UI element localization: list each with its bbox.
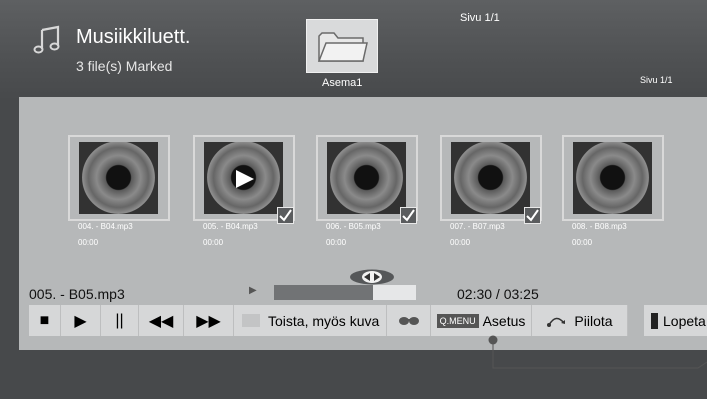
folder-icon	[317, 32, 368, 62]
page-indicator-top: Sivu 1/1	[460, 12, 500, 24]
file-name: 007. - B07.mp3	[450, 222, 505, 231]
pause-button[interactable]: ||	[101, 305, 139, 336]
music-disc-icon	[327, 142, 406, 214]
rewind-button[interactable]: ◀◀	[139, 305, 184, 336]
page-indicator: Sivu 1/1	[640, 75, 673, 85]
music-disc-icon	[573, 142, 652, 214]
progress-bar[interactable]	[274, 285, 416, 300]
file-thumbnail[interactable]	[193, 135, 295, 224]
screen: Musiikkiluett. 3 file(s) Marked Sivu 1/1…	[0, 0, 707, 399]
file-duration: 00:00	[572, 238, 593, 247]
file-name: 006. - B05.mp3	[326, 222, 381, 231]
file-thumbnail[interactable]	[440, 135, 542, 224]
playing-indicator-icon: ▶	[249, 285, 257, 296]
file-thumbnail[interactable]	[316, 135, 418, 224]
now-playing-title: 005. - B05.mp3	[29, 286, 125, 302]
stop-icon: ■	[39, 311, 50, 329]
play-overlay-icon	[236, 170, 254, 188]
glasses-3d-button[interactable]	[387, 305, 431, 336]
pause-icon: ||	[115, 311, 124, 329]
fast-forward-icon: ▶▶	[196, 312, 221, 330]
file-duration: 00:00	[78, 238, 99, 247]
seek-handle-icon[interactable]	[349, 269, 395, 285]
progress-fill	[274, 285, 374, 300]
checkbox-checked-icon[interactable]	[524, 207, 541, 224]
page-title: Musiikkiluett.	[76, 26, 191, 48]
file-thumbnail[interactable]	[562, 135, 664, 221]
glasses-3d-icon	[398, 316, 419, 325]
file-name: 005. - B04.mp3	[203, 222, 258, 231]
play-button[interactable]: ▶	[61, 305, 101, 336]
playback-time: 02:30 / 03:25	[457, 286, 539, 302]
play-icon: ▶	[74, 312, 87, 330]
music-disc-icon	[204, 142, 283, 214]
music-disc-icon	[79, 142, 158, 214]
drive-label: Asema1	[322, 77, 363, 89]
file-name: 008. - B08.mp3	[572, 222, 627, 231]
music-note-icon	[33, 25, 60, 54]
color-key-icon	[242, 314, 260, 327]
checkbox-checked-icon[interactable]	[400, 207, 417, 224]
file-duration: 00:00	[326, 238, 347, 247]
play-with-photo-button[interactable]: Toista, myös kuva	[234, 305, 387, 336]
marked-count: 3 file(s) Marked	[76, 58, 173, 74]
play-with-photo-label: Toista, myös kuva	[268, 312, 380, 329]
file-duration: 00:00	[203, 238, 224, 247]
file-duration: 00:00	[450, 238, 471, 247]
fast-forward-button[interactable]: ▶▶	[184, 305, 234, 336]
rewind-icon: ◀◀	[148, 312, 174, 330]
file-name: 004. - B04.mp3	[78, 222, 133, 231]
file-thumbnail[interactable]	[68, 135, 170, 221]
checkbox-checked-icon[interactable]	[277, 207, 294, 224]
drive-button[interactable]	[306, 19, 378, 73]
qmenu-key-icon: Q.MENU	[436, 313, 479, 328]
music-disc-icon	[451, 142, 530, 214]
stop-button[interactable]: ■	[29, 305, 61, 336]
callout-pointer	[488, 335, 707, 369]
